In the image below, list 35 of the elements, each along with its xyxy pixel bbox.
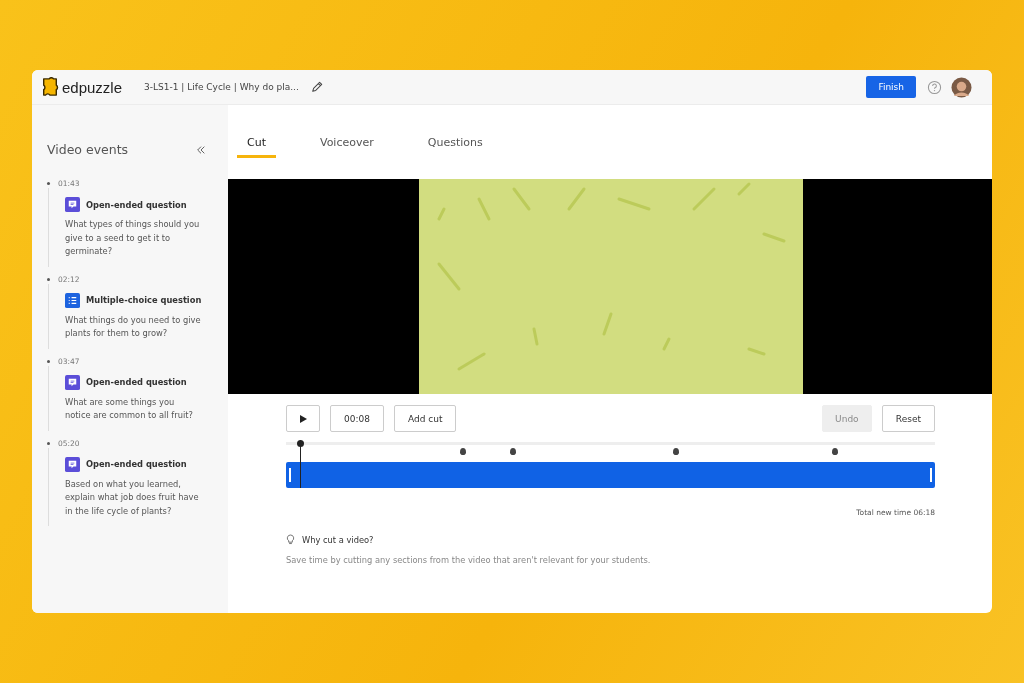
finish-button[interactable]: Finish xyxy=(866,76,916,98)
speech-bubble-icon xyxy=(65,456,80,472)
event-type: Open-ended question xyxy=(86,199,187,210)
list-icon xyxy=(65,292,80,308)
tab[interactable]: Questions xyxy=(417,133,493,158)
video-title: 3-LS1-1 | Life Cycle | Why do pla... xyxy=(144,82,299,92)
avatar-icon[interactable] xyxy=(951,76,972,98)
reset-button[interactable]: Reset xyxy=(881,405,935,432)
event-question[interactable]: Based on what you learned, explain what job does fruit have in the life cycle of plants? xyxy=(65,477,201,518)
sidebar-title: Video events xyxy=(47,142,129,157)
event-question[interactable]: What types of things should you give to a seed to get it to germinate? xyxy=(65,218,201,259)
tip-title: Why cut a video? xyxy=(302,534,374,545)
event-type: Open-ended question xyxy=(86,377,187,387)
event-question[interactable]: What things do you need to give plants for them to grow? xyxy=(65,313,201,341)
event-type: Open-ended question xyxy=(86,459,187,469)
event-marker[interactable] xyxy=(509,448,516,455)
speech-bubble-icon xyxy=(65,374,80,390)
tip-text: Save time by cutting any sections from the video that aren't relevant for your students. xyxy=(286,555,652,565)
collapse-icon[interactable] xyxy=(196,144,206,155)
add-cut-button[interactable]: Add cut xyxy=(393,405,457,432)
tab[interactable]: Voiceover xyxy=(309,133,384,158)
puzzle-piece-icon xyxy=(41,77,59,97)
logo-text: edpuzzle xyxy=(62,78,123,96)
pencil-icon[interactable] xyxy=(310,81,323,93)
event-question[interactable]: What are some things you notice are common to all fruit? xyxy=(65,395,201,423)
play-icon xyxy=(298,413,308,424)
event-marker[interactable] xyxy=(832,448,839,455)
time-display: 00:08 xyxy=(330,405,384,432)
play-button[interactable] xyxy=(286,405,320,432)
lightbulb-icon xyxy=(286,534,295,545)
speech-bubble-icon xyxy=(65,197,80,212)
event-marker[interactable] xyxy=(459,448,466,455)
event-marker[interactable] xyxy=(672,448,679,455)
event-type: Multiple-choice question xyxy=(86,295,202,305)
tab[interactable]: Cut xyxy=(237,133,276,158)
